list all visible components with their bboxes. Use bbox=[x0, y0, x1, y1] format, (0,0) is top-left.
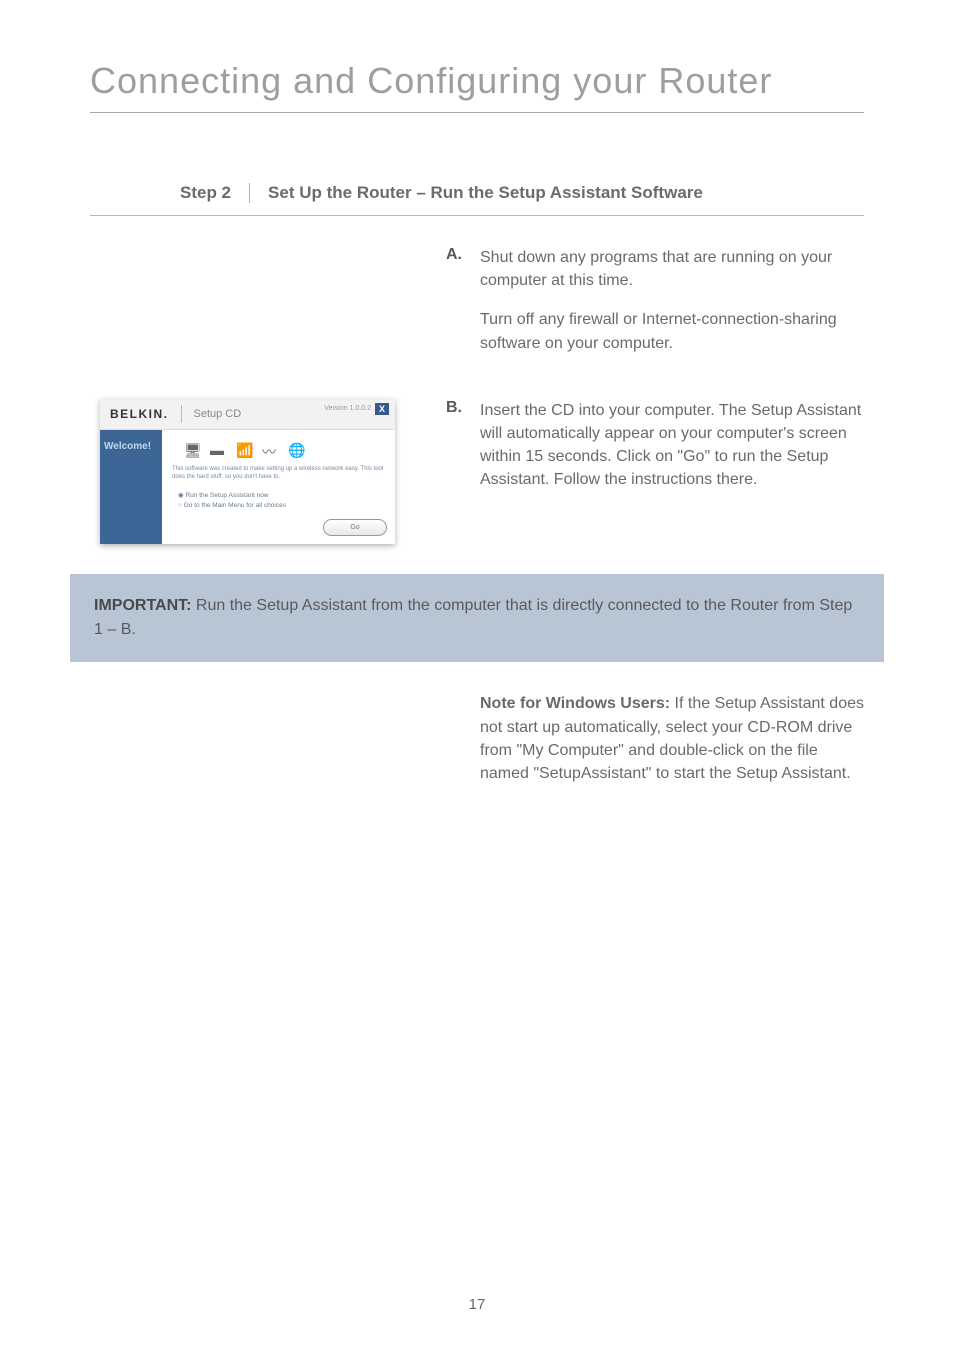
device-icons: 🖥 ▬ 📶 〰 🌐 bbox=[184, 442, 387, 458]
item-a-p2: Turn off any firewall or Internet-connec… bbox=[480, 308, 864, 354]
router-icon: ▬ bbox=[210, 442, 230, 458]
item-b-row: BELKIN. Setup CD Version 1.0.0.2 X Welco… bbox=[90, 399, 864, 545]
divider bbox=[181, 405, 182, 423]
important-label: IMPORTANT: bbox=[94, 597, 191, 614]
item-b-p: Insert the CD into your computer. The Se… bbox=[480, 399, 864, 492]
sidebar: Welcome! bbox=[100, 430, 162, 545]
close-area: Version 1.0.0.2 X bbox=[324, 403, 389, 415]
item-b-letter: B. bbox=[446, 399, 462, 416]
wifi-icon: 📶 bbox=[236, 442, 256, 458]
brand-logo: BELKIN. bbox=[110, 407, 169, 421]
item-a-p1: Shut down any programs that are running … bbox=[480, 246, 864, 292]
modem-icon: 〰 bbox=[262, 442, 282, 458]
note-row: Note for Windows Users: If the Setup Ass… bbox=[90, 692, 864, 801]
item-a-letter: A. bbox=[446, 246, 462, 263]
page-title: Connecting and Configuring your Router bbox=[90, 60, 864, 113]
description-text: This software was created to make settin… bbox=[172, 466, 387, 482]
radio-main-menu[interactable]: ○ Go to the Main Menu for all choices bbox=[178, 502, 387, 509]
window-main: 🖥 ▬ 📶 〰 🌐 This software was created to m… bbox=[162, 430, 395, 545]
step-header: Step 2 Set Up the Router – Run the Setup… bbox=[90, 183, 864, 216]
close-icon[interactable]: X bbox=[375, 403, 389, 415]
item-b-text: Insert the CD into your computer. The Se… bbox=[480, 399, 864, 545]
radio-main-menu-label: Go to the Main Menu for all choices bbox=[184, 502, 286, 509]
item-a-text: Shut down any programs that are running … bbox=[480, 246, 864, 371]
important-callout: IMPORTANT: Run the Setup Assistant from … bbox=[70, 574, 884, 662]
note-text-block: Note for Windows Users: If the Setup Ass… bbox=[480, 692, 864, 801]
item-a-row: A. Shut down any programs that are runni… bbox=[90, 246, 864, 371]
monitor-icon: 🖥 bbox=[184, 442, 204, 458]
sidebar-welcome: Welcome! bbox=[104, 441, 151, 452]
radio-run-now[interactable]: ◉ Run the Setup Assistant now bbox=[178, 491, 387, 499]
important-text: Run the Setup Assistant from the compute… bbox=[94, 597, 852, 638]
step-label: Step 2 bbox=[180, 183, 250, 203]
globe-icon: 🌐 bbox=[288, 442, 308, 458]
step-title: Set Up the Router – Run the Setup Assist… bbox=[268, 183, 703, 203]
version-label: Version 1.0.0.2 bbox=[324, 405, 371, 412]
radio-run-now-label: Run the Setup Assistant now bbox=[185, 492, 268, 499]
page-number: 17 bbox=[0, 1296, 954, 1313]
go-button[interactable]: Go bbox=[323, 519, 387, 536]
window-title: Setup CD bbox=[194, 408, 242, 420]
window-titlebar: BELKIN. Setup CD Version 1.0.0.2 X bbox=[100, 399, 395, 430]
setup-cd-window: BELKIN. Setup CD Version 1.0.0.2 X Welco… bbox=[100, 399, 395, 545]
note-label: Note for Windows Users: bbox=[480, 695, 670, 712]
